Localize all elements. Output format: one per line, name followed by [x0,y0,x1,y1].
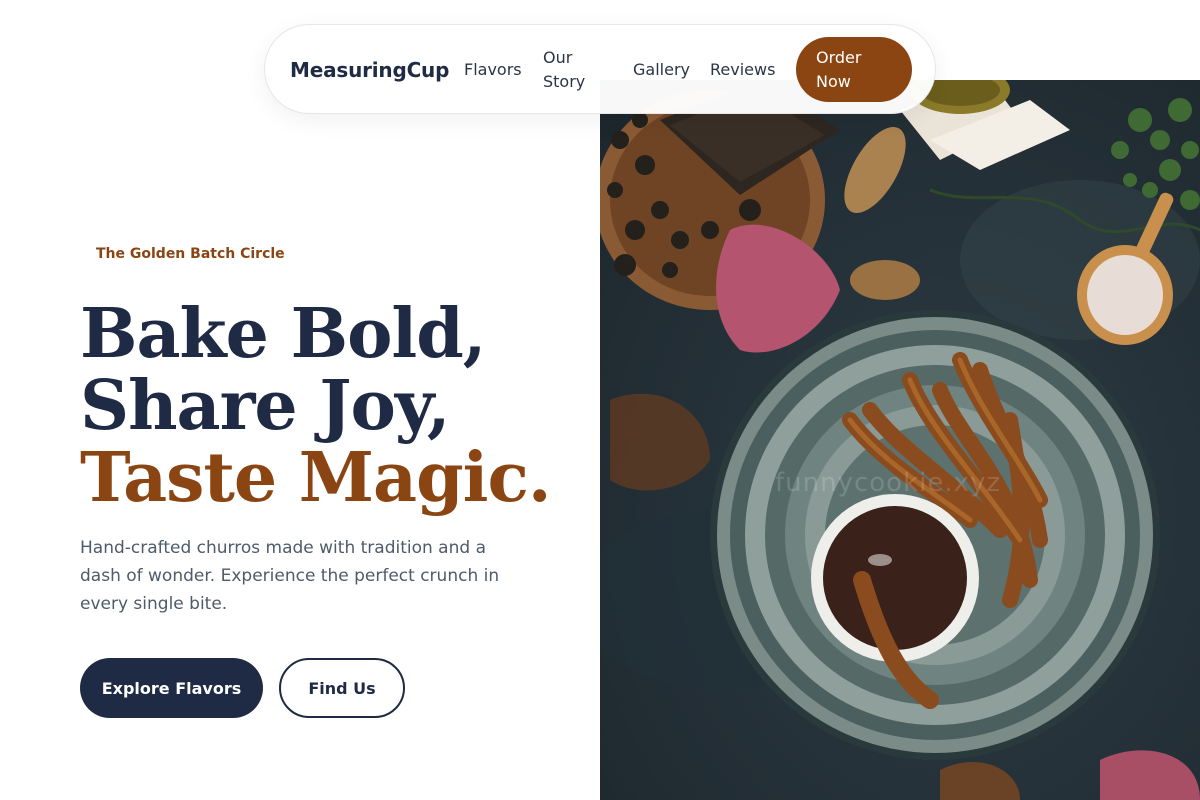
hero-description: Hand-crafted churros made with tradition… [80,538,500,614]
brand-logo[interactable]: MeasuringCup [290,58,449,82]
headline-line-1: Bake Bold, [80,294,486,374]
nav-link-reviews[interactable]: Reviews [710,58,775,82]
explore-flavors-button[interactable]: Explore Flavors [80,658,263,718]
nav-link-our-story[interactable]: Our Story [543,46,603,94]
nav-link-flavors[interactable]: Flavors [464,58,522,82]
hero-kicker: The Golden Batch Circle [96,246,285,262]
order-now-button[interactable]: Order Now [796,37,912,102]
headline-line-3: Taste Magic. [80,438,552,518]
main-navigation: MeasuringCup Flavors Our Story Gallery R… [264,24,936,114]
nav-link-gallery[interactable]: Gallery [633,58,690,82]
watermark-text: funnycookie.xyz [775,468,1002,498]
find-us-button[interactable]: Find Us [279,658,405,718]
hero-photo: funnycookie.xyz [600,80,1200,800]
hero-headline: Bake Bold, Share Joy, Taste Magic. [80,298,580,514]
churros-photo-illustration [600,80,1200,800]
headline-line-2: Share Joy, [80,366,451,446]
